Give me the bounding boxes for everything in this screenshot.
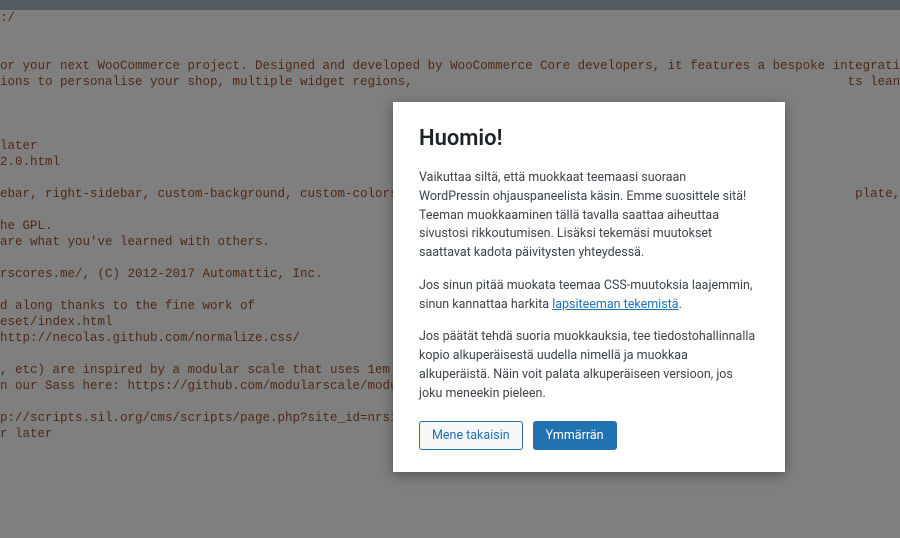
- child-theme-link[interactable]: lapsiteeman tekemistä: [552, 297, 678, 312]
- modal-p2-text-after: .: [679, 297, 682, 312]
- modal-paragraph-2: Jos sinun pitää muokata teemaa CSS-muuto…: [419, 277, 759, 315]
- modal-title: Huomio!: [419, 126, 759, 151]
- modal-button-row: Mene takaisin Ymmärrän: [419, 421, 759, 450]
- modal-paragraph-3: Jos päätät tehdä suoria muokkauksia, tee…: [419, 328, 759, 403]
- warning-modal: Huomio! Vaikuttaa siltä, että muokkaat t…: [393, 102, 785, 472]
- modal-paragraph-1: Vaikuttaa siltä, että muokkaat teemaasi …: [419, 169, 759, 263]
- understand-button[interactable]: Ymmärrän: [533, 421, 617, 450]
- go-back-button[interactable]: Mene takaisin: [419, 421, 523, 450]
